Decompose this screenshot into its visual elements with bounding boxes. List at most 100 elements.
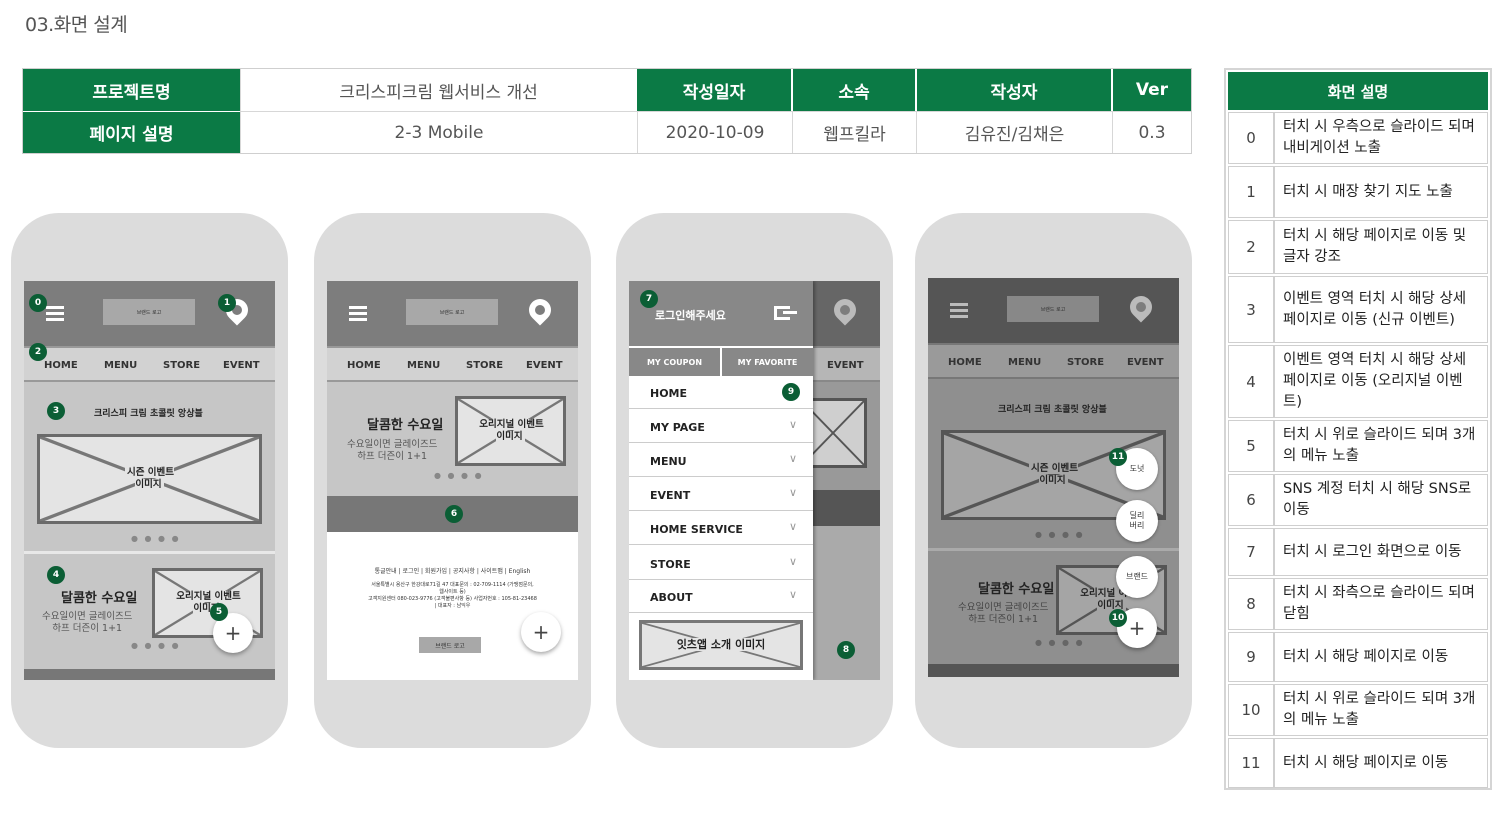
- desc-row-number: 2: [1229, 221, 1275, 273]
- drawer-menu-item[interactable]: STORE ∨: [629, 547, 813, 580]
- desc-row-number: 7: [1229, 529, 1275, 575]
- my-coupon-tab[interactable]: MY COUPON: [629, 348, 722, 376]
- phone-mockup-main: 브랜드 로고 0 1 HOME MENU STORE EVENT 2 3 크리스…: [11, 213, 288, 748]
- badge-2: 2: [29, 343, 47, 361]
- info-table: 프로젝트명 크리스피크림 웹서비스 개선 작성일자 소속 작성자 Ver 페이지…: [22, 68, 1192, 154]
- my-favorite-tab[interactable]: MY FAVORITE: [722, 348, 813, 376]
- chevron-down-icon: ∨: [788, 418, 797, 431]
- nav-event[interactable]: EVENT: [1127, 357, 1164, 368]
- nav-store[interactable]: STORE: [466, 360, 503, 371]
- section-title: 크리스피 크림 초콜릿 앙상블: [998, 405, 1107, 415]
- carousel-dots[interactable]: ● ● ● ●: [1035, 530, 1085, 539]
- date-value: 2020-10-09: [637, 111, 792, 153]
- desc-row-text: 터치 시 해당 페이지로 이동: [1283, 754, 1449, 771]
- drawer-menu-label: ABOUT: [650, 591, 693, 604]
- nav-event[interactable]: EVENT: [526, 360, 563, 371]
- desc-row-number: 8: [1229, 579, 1275, 629]
- app-banner-label: 잇츠앱 소개 이미지: [674, 638, 768, 651]
- nav-menu[interactable]: MENU: [1008, 357, 1041, 368]
- nav-home[interactable]: HOME: [948, 357, 982, 368]
- carousel-dots[interactable]: ● ● ● ●: [434, 471, 484, 480]
- footer-links[interactable]: 통글안내 | 로그인 | 회원가입 | 공지사항 | 사이트맵 | Englis…: [327, 566, 578, 575]
- screen-footer: 브랜드 로고 HOME MENU STORE EVENT 달콤한 수요일 수요일…: [327, 281, 578, 680]
- desc-row-number: 4: [1229, 346, 1275, 417]
- desc-row-text: 터치 시 위로 슬라이드 되며 3개의 메뉴 노출: [1283, 427, 1476, 464]
- badge-0: 0: [29, 294, 47, 312]
- nav-store[interactable]: STORE: [163, 360, 200, 371]
- nav-home[interactable]: HOME: [44, 360, 78, 371]
- drawer-menu-item[interactable]: MENU ∨: [629, 444, 813, 477]
- fab-brand-button[interactable]: 브랜드: [1116, 556, 1158, 598]
- season-event-label: 시즌 이벤트 이미지: [1028, 463, 1078, 486]
- drawer-menu-label: EVENT: [650, 489, 691, 502]
- map-pin-icon[interactable]: [1125, 291, 1157, 323]
- plus-fab-button[interactable]: +: [521, 612, 561, 652]
- desc-row: 4 이벤트 영역 터치 시 해당 상세 페이지로 이동 (오리지널 이벤트): [1228, 345, 1488, 418]
- wednesday-sub: 수요일이면 글레이즈드 하프 더즌이 1+1: [347, 439, 438, 462]
- desc-row-text: 터치 시 해당 페이지로 이동: [1283, 648, 1449, 665]
- author-label: 작성자: [917, 69, 1111, 111]
- project-label: 프로젝트명: [23, 69, 240, 111]
- drawer-menu-item[interactable]: ABOUT ∨: [629, 580, 813, 613]
- desc-row-number: 9: [1229, 633, 1275, 681]
- nav-event[interactable]: EVENT: [223, 360, 260, 371]
- org-label: 소속: [793, 69, 915, 111]
- mobile-nav-4: HOME MENU STORE EVENT: [928, 343, 1179, 379]
- wednesday-title: 달콤한 수요일: [978, 582, 1055, 597]
- desc-row: 2 터치 시 해당 페이지로 이동 및 글자 강조: [1228, 220, 1488, 274]
- section-title: 크리스피 크림 초콜릿 앙상블: [94, 409, 203, 419]
- ver-label: Ver: [1113, 69, 1191, 111]
- hamburger-icon[interactable]: [46, 306, 64, 321]
- chevron-down-icon: ∨: [788, 452, 797, 465]
- desc-row-number: 11: [1229, 739, 1275, 787]
- original-event-image[interactable]: 오리지널 이벤트 이미지: [455, 396, 566, 466]
- ver-value: 0.3: [1112, 111, 1191, 153]
- hamburger-icon[interactable]: [950, 303, 968, 318]
- page-desc-value: 2-3 Mobile: [240, 111, 637, 153]
- brand-logo[interactable]: 브랜드 로고: [1007, 296, 1099, 322]
- footer-info-line-1: 서울특별시 용산구 한강대로71길 47 대표문의 : 02-709-1114 …: [371, 582, 534, 588]
- season-event-image[interactable]: 시즌 이벤트 이미지: [37, 434, 262, 524]
- badge-4: 4: [47, 566, 65, 584]
- nav-store[interactable]: STORE: [1067, 357, 1104, 368]
- fab-delivery-button[interactable]: 딜리 버리: [1116, 500, 1158, 542]
- mobile-nav-2: HOME MENU STORE EVENT: [327, 346, 578, 382]
- desc-table-header: 화면 설명: [1228, 72, 1488, 110]
- nav-home[interactable]: HOME: [347, 360, 381, 371]
- phone-mockup-drawer: EVENT 8 로그인해주세요 7 MY COUPON MY FAVORITE …: [616, 213, 893, 748]
- carousel-dots[interactable]: ● ● ● ●: [131, 534, 181, 543]
- carousel-dots-2[interactable]: ● ● ● ●: [1035, 638, 1085, 647]
- footer-info-line-3: 고객지원센터 080-023-9776 (고객불편사항 등) 사업자번호 : 1…: [368, 596, 537, 602]
- desc-row: 1 터치 시 매장 찾기 지도 노출: [1228, 166, 1488, 218]
- original-event-label: 오리지널 이벤트 이미지: [477, 419, 544, 442]
- desc-row: 5 터치 시 위로 슬라이드 되며 3개의 메뉴 노출: [1228, 420, 1488, 472]
- badge-10: 10: [1109, 609, 1127, 627]
- badge-7: 7: [640, 290, 658, 308]
- author-value: 김유진/김채은: [916, 111, 1112, 153]
- desc-row-number: 6: [1229, 475, 1275, 525]
- drawer-menu-item[interactable]: MY PAGE ∨: [629, 410, 813, 443]
- mobile-nav: HOME MENU STORE EVENT: [24, 346, 275, 382]
- page-desc-label: 페이지 설명: [23, 112, 240, 153]
- brand-logo[interactable]: 브랜드 로고: [406, 299, 498, 325]
- chevron-down-icon: ∨: [788, 520, 797, 533]
- drawer-menu-item[interactable]: EVENT ∨: [629, 478, 813, 511]
- hamburger-icon[interactable]: [349, 306, 367, 321]
- side-drawer[interactable]: 로그인해주세요 7 MY COUPON MY FAVORITE HOME MY P…: [629, 281, 813, 680]
- map-pin-icon[interactable]: [524, 294, 556, 326]
- carousel-dots-2[interactable]: ● ● ● ●: [131, 641, 181, 650]
- drawer-menu-item[interactable]: HOME SERVICE ∨: [629, 512, 813, 545]
- nav-event-behind: EVENT: [827, 360, 864, 371]
- desc-row: 0 터치 시 우측으로 슬라이드 되며 내비게이션 노출: [1228, 112, 1488, 164]
- app-banner-image[interactable]: 잇츠앱 소개 이미지: [639, 620, 803, 670]
- desc-row-number: 0: [1229, 113, 1275, 163]
- desc-row: 11 터치 시 해당 페이지로 이동: [1228, 738, 1488, 788]
- login-prompt[interactable]: 로그인해주세요: [655, 307, 726, 323]
- map-pin-icon[interactable]: [829, 294, 861, 326]
- nav-menu[interactable]: MENU: [104, 360, 137, 371]
- desc-row: 8 터치 시 좌측으로 슬라이드 되며 닫힘: [1228, 578, 1488, 630]
- desc-row-text: 터치 시 로그인 화면으로 이동: [1283, 543, 1462, 560]
- brand-logo[interactable]: 브랜드 로고: [103, 299, 195, 325]
- screen-main: 브랜드 로고 0 1 HOME MENU STORE EVENT 2 3 크리스…: [24, 281, 275, 680]
- nav-menu[interactable]: MENU: [407, 360, 440, 371]
